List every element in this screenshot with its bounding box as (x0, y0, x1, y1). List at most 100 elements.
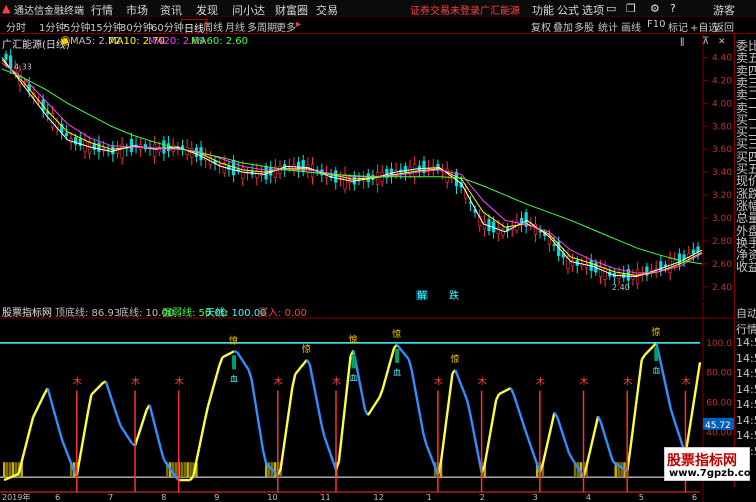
menu-ask[interactable]: 问小达 (232, 2, 265, 18)
tab-1min[interactable]: 1分钟 (39, 19, 65, 34)
caution-signal-icon: 惊 (651, 326, 660, 338)
top-signal-bar (232, 355, 236, 369)
top-bottom-line-seg (10, 476, 13, 477)
watermark-title: 股票指标网 (667, 450, 737, 470)
period-tab-bar: 分时 1分钟 5分钟 15分钟 30分钟 60分钟 日线 周线 月线 多周期 更… (0, 17, 756, 34)
ind-buy-label: 买入: 0.00 (258, 304, 307, 319)
menu-discover[interactable]: 发现 (196, 2, 218, 18)
candle-body (5, 54, 8, 60)
minimize-icon[interactable]: ▭ (606, 2, 616, 15)
btn-mark[interactable]: 标记 (668, 19, 688, 34)
candle-body (344, 174, 347, 188)
zoom-out-icon[interactable]: ǁ (680, 37, 684, 47)
candle-body (488, 219, 491, 230)
candle-body (167, 144, 170, 151)
watermark-url: www.7gpzb.com (669, 468, 756, 479)
btn-draw[interactable]: 画线 (621, 19, 641, 34)
candle-body (376, 172, 379, 185)
tab-30min[interactable]: 30分钟 (120, 19, 153, 34)
side-bottom-6: 14:5 (736, 398, 756, 411)
price-tick-label: 3.20 (712, 191, 732, 201)
broker-name[interactable]: 广汇能源 (480, 2, 520, 17)
user-guest[interactable]: 游客 (713, 2, 735, 18)
indicator-chart[interactable]: 100.080.0060.0040.0020.0045.72木木木木木木木木木木… (0, 302, 734, 502)
price-tick-label: 4.20 (712, 76, 732, 86)
time-tick-label: 11 (320, 493, 330, 502)
price-tick-label: 3.60 (712, 145, 732, 155)
candle-body (65, 133, 68, 136)
side-bottom-3: 14:5 (736, 352, 756, 365)
menu-options[interactable]: 选项 (582, 2, 604, 18)
buy-signal-icon: 木 (580, 376, 589, 388)
candle-body (112, 147, 115, 155)
watermark-logo: 股票指标网 www.7gpzb.com (664, 447, 750, 481)
help-icon[interactable]: ? (670, 2, 676, 15)
caution-signal-icon: 惊 (450, 353, 459, 365)
buy-signal-icon: 木 (175, 376, 184, 388)
indicator-settings-icon[interactable]: ◉ (60, 33, 70, 47)
tab-timeshare[interactable]: 分时 (6, 19, 26, 34)
menu-trade[interactable]: 交易 (316, 2, 338, 18)
indicator-tick-label: 100.0 (706, 339, 732, 349)
menu-function[interactable]: 功能 (532, 2, 554, 18)
top-bottom-line-seg (499, 393, 502, 394)
tab-15min[interactable]: 15分钟 (90, 19, 123, 34)
btn-f10[interactable]: F10 (647, 19, 665, 30)
settings-icon[interactable]: ⚙ (650, 2, 660, 15)
candle-body (130, 139, 133, 151)
top-signal-bar (395, 349, 399, 363)
time-tick-label: 2 (480, 493, 485, 502)
price-tick-label: 2.80 (712, 237, 732, 247)
top-bottom-line-seg (222, 356, 225, 357)
tab-weekly[interactable]: 周线 (203, 19, 223, 34)
candle-body (692, 250, 695, 254)
btn-stats[interactable]: 统计 (598, 19, 618, 34)
time-tick-label: 6 (692, 493, 697, 502)
login-alert[interactable]: 证券交易未登录 (410, 2, 480, 17)
tab-5min[interactable]: 5分钟 (64, 19, 90, 34)
tab-more[interactable]: 更多 (276, 19, 296, 34)
tab-monthly[interactable]: 月线 (225, 19, 245, 34)
time-tick-label: 3 (533, 493, 538, 502)
restore-icon[interactable]: ❐ (626, 2, 636, 15)
menu-formula[interactable]: 公式 (557, 2, 579, 18)
menu-wealth[interactable]: 财富圈 (275, 2, 308, 18)
top-bottom-line-seg (505, 390, 508, 391)
menu-quotes[interactable]: 行情 (91, 2, 113, 18)
event-marker-drop: 跌 (449, 289, 459, 300)
price-chart[interactable]: 4.404.204.003.803.603.403.203.002.802.60… (0, 34, 734, 300)
side-bottom-5: 14:5 (736, 383, 756, 396)
btn-multi-stock[interactable]: 多股 (574, 19, 594, 34)
buy-signal-icon: 木 (623, 376, 632, 388)
tab-60min[interactable]: 60分钟 (151, 19, 184, 34)
menu-news[interactable]: 资讯 (160, 2, 182, 18)
bottom-zone-bar (186, 462, 188, 477)
indicator-tick-label: 80.00 (706, 369, 732, 379)
top-bottom-line-seg (502, 391, 505, 392)
buy-signal-icon: 木 (274, 376, 283, 388)
buy-signal-icon: 木 (73, 376, 82, 388)
btn-back[interactable]: 返回 (714, 19, 734, 34)
bottom-zone-bar (181, 462, 183, 477)
caution-signal-icon: 惊 (392, 328, 401, 340)
side-bottom-1: 行情 (736, 321, 756, 337)
indicator-tick-label: 60.00 (706, 399, 732, 409)
top-bottom-line-seg (16, 474, 19, 475)
caution-signal-icon: 惊 (348, 333, 357, 345)
collapse-icon[interactable]: ⊼ (702, 36, 709, 47)
buy-signal-icon: 木 (478, 376, 487, 388)
menu-market[interactable]: 市场 (126, 2, 148, 18)
low-price-label: 2.40 (612, 283, 630, 292)
price-tick-label: 4.00 (712, 99, 732, 109)
more-arrow-icon[interactable]: ▸ (296, 19, 301, 30)
app-title: 通达信金融终端 (14, 2, 84, 17)
btn-overlay[interactable]: 叠加 (553, 19, 573, 34)
time-tick-label: 1 (427, 493, 432, 502)
ind-top-bottom-label: 顶底线: 86.93 (55, 304, 120, 319)
buy-signal-icon: 木 (434, 376, 443, 388)
expand-icon[interactable]: ✕ (718, 37, 726, 47)
tab-multi-period[interactable]: 多周期 (247, 19, 277, 34)
btn-adjust[interactable]: 复权 (531, 19, 551, 34)
down-signal-icon: 血 (230, 373, 238, 383)
bottom-zone-bar (189, 462, 191, 477)
